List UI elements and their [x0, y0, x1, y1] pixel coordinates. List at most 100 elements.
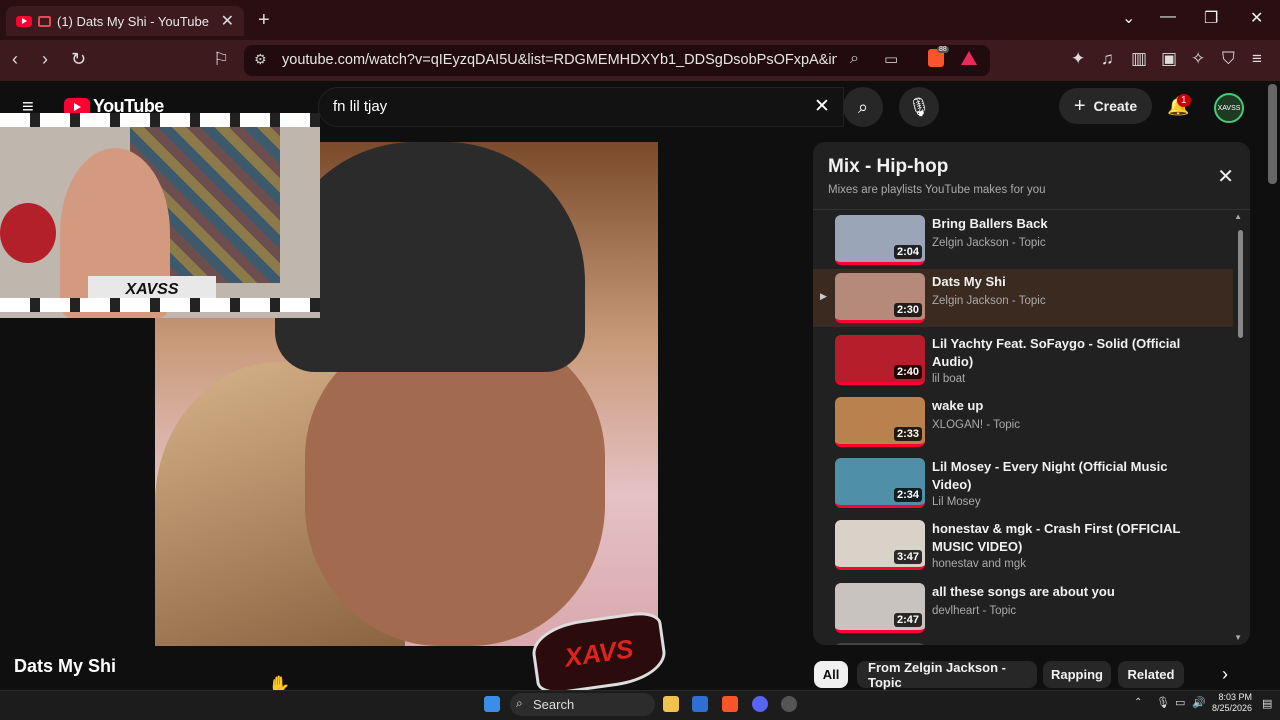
- playlist-item[interactable]: 2:34 Lil Mosey - Every Night (Official Mu…: [813, 454, 1233, 512]
- playlist-item[interactable]: 2:04 Bring Ballers Back Zelgin Jackson - T…: [813, 211, 1233, 269]
- playlist-item-title[interactable]: honestav & mgk - Crash First (OFFICIAL M…: [932, 520, 1182, 556]
- playlist-item-title[interactable]: Lil Mosey - Every Night (Official Music …: [932, 458, 1182, 494]
- playlist-item-title[interactable]: Dats My Shi: [932, 273, 1182, 291]
- close-window-icon[interactable]: ✕: [1250, 8, 1263, 28]
- wallet-icon[interactable]: ▣: [1161, 49, 1177, 69]
- playlist-thumbnail[interactable]: 2:33: [835, 397, 925, 447]
- media-playing-icon[interactable]: [38, 15, 51, 27]
- playlist-thumbnail[interactable]: 2:47: [835, 583, 925, 633]
- zoom-icon[interactable]: ⌕: [850, 50, 859, 68]
- leo-icon[interactable]: ✧: [1191, 49, 1205, 69]
- filter-chip[interactable]: From Zelgin Jackson - Topic: [857, 660, 1037, 690]
- tray-chevron-icon[interactable]: ⌃: [1134, 697, 1142, 708]
- tray-network-icon[interactable]: ▭: [1175, 696, 1185, 709]
- back-icon[interactable]: ‹: [12, 49, 18, 70]
- playlist-item[interactable]: Hurricane Wisdom - Lately (Official: [813, 639, 1233, 645]
- page-scrollbar[interactable]: [1268, 84, 1277, 184]
- create-button[interactable]: + Create: [1059, 88, 1152, 124]
- create-label: Create: [1093, 98, 1138, 114]
- forward-icon[interactable]: ›: [42, 49, 48, 70]
- site-settings-icon[interactable]: ⚙: [254, 51, 267, 68]
- tab-bar: (1) Dats My Shi - YouTube ✕ + ⌄ — ❐ ✕: [0, 0, 1280, 40]
- taskbar-search-label: Search: [533, 697, 575, 712]
- playlist-item[interactable]: ▶ 2:30 Dats My Shi Zelgin Jackson - Topic: [813, 269, 1233, 327]
- playlist-item-channel: XLOGAN! - Topic: [932, 419, 1020, 431]
- cast-icon[interactable]: ▭: [884, 50, 898, 68]
- playlist-thumbnail[interactable]: 2:34: [835, 458, 925, 508]
- obs-icon[interactable]: [781, 696, 797, 712]
- playlist-item-title[interactable]: Bring Ballers Back: [932, 215, 1182, 233]
- new-tab-icon[interactable]: +: [258, 9, 270, 32]
- windows-start-icon[interactable]: [484, 696, 500, 712]
- playlist-thumbnail[interactable]: 2:40: [835, 335, 925, 385]
- media-icon[interactable]: ♫: [1101, 49, 1114, 69]
- scroll-down-icon[interactable]: ▼: [1234, 633, 1242, 642]
- store-icon[interactable]: [692, 696, 708, 712]
- microphone-icon: 🎙: [907, 96, 931, 117]
- vpn-icon[interactable]: ⛉: [1222, 49, 1235, 69]
- file-explorer-icon[interactable]: [663, 696, 679, 712]
- notification-center-icon[interactable]: ▤: [1262, 697, 1272, 710]
- webcam-frame-top: [0, 113, 320, 127]
- address-bar[interactable]: ⚙ youtube.com/watch?v=qIEyzqDAI5U&list=R…: [244, 45, 990, 76]
- playlist-item[interactable]: 2:40 Lil Yachty Feat. SoFaygo - Solid (Of…: [813, 331, 1233, 389]
- taskbar-search[interactable]: Search: [510, 693, 655, 716]
- duration-badge: 2:47: [893, 613, 922, 627]
- tray-mic-icon[interactable]: 🎙: [1156, 696, 1170, 709]
- account-avatar[interactable]: XAVSS: [1214, 93, 1244, 123]
- active-tab[interactable]: (1) Dats My Shi - YouTube ✕: [6, 6, 244, 36]
- playlist-thumbnail[interactable]: 2:30: [835, 273, 925, 323]
- duration-badge: 3:47: [893, 550, 922, 564]
- filter-chip[interactable]: Related: [1118, 661, 1184, 688]
- bookmark-icon[interactable]: ⚐: [213, 49, 229, 70]
- sidebar-icon[interactable]: ▥: [1131, 49, 1147, 69]
- close-tab-icon[interactable]: ✕: [221, 11, 234, 31]
- playlist-item-title[interactable]: Hurricane Wisdom - Lately (Official: [932, 643, 1182, 645]
- playlist-thumbnail[interactable]: 3:47: [835, 520, 925, 570]
- playlist-scrollbar[interactable]: [1238, 230, 1243, 338]
- filter-chip[interactable]: All: [814, 661, 848, 688]
- playlist-thumbnail[interactable]: [835, 643, 925, 645]
- search-input[interactable]: [318, 87, 844, 127]
- extensions-icon[interactable]: ✦: [1071, 49, 1085, 69]
- taskbar-clock[interactable]: 8:03 PM 8/25/2026: [1212, 692, 1252, 714]
- shields-count-badge: 88: [937, 46, 949, 53]
- chips-next-icon[interactable]: ›: [1222, 664, 1228, 685]
- rewards-icon[interactable]: [961, 51, 977, 65]
- taskbar-search-icon: ⌕: [516, 696, 523, 710]
- playlist-item[interactable]: 2:47 all these songs are about you devlhea…: [813, 579, 1233, 637]
- tab-search-chevron-icon[interactable]: ⌄: [1122, 8, 1135, 28]
- clear-search-icon[interactable]: ✕: [814, 95, 830, 118]
- video-beanie-shape: [275, 142, 585, 372]
- search-button[interactable]: ⌕: [843, 87, 883, 127]
- close-playlist-icon[interactable]: ✕: [1217, 164, 1234, 189]
- video-face-shape: [305, 332, 605, 646]
- playlist-item-title[interactable]: all these songs are about you: [932, 583, 1182, 601]
- reload-icon[interactable]: ↻: [71, 49, 86, 70]
- playlist-item-channel: honestav and mgk: [932, 558, 1026, 570]
- playlist-panel: Mix - Hip-hop Mixes are playlists YouTub…: [813, 142, 1250, 645]
- toolbar: ⚙ youtube.com/watch?v=qIEyzqDAI5U&list=R…: [0, 40, 1280, 81]
- scroll-up-icon[interactable]: ▲: [1234, 212, 1242, 221]
- clock-date: 8/25/2026: [1212, 703, 1253, 713]
- search-icon: ⌕: [857, 96, 869, 117]
- playlist-subtitle: Mixes are playlists YouTube makes for yo…: [828, 184, 1046, 196]
- minimize-icon[interactable]: —: [1160, 8, 1176, 26]
- playlist-item[interactable]: 2:33 wake up XLOGAN! - Topic: [813, 393, 1233, 451]
- menu-icon[interactable]: ≡: [1252, 49, 1262, 69]
- playlist-thumbnail[interactable]: 2:04: [835, 215, 925, 265]
- duration-badge: 2:33: [893, 427, 922, 441]
- playlist-item[interactable]: 3:47 honestav & mgk - Crash First (OFFICI…: [813, 516, 1233, 574]
- playlist-item-title[interactable]: wake up: [932, 397, 1182, 415]
- playlist-item-title[interactable]: Lil Yachty Feat. SoFaygo - Solid (Offici…: [932, 335, 1182, 371]
- discord-icon[interactable]: [752, 696, 768, 712]
- playlist-item-channel: Zelgin Jackson - Topic: [932, 295, 1046, 307]
- voice-search-button[interactable]: 🎙: [899, 87, 939, 127]
- tray-volume-icon[interactable]: 🔊: [1192, 696, 1206, 709]
- brave-browser-icon[interactable]: [722, 696, 738, 712]
- duration-badge: 2:04: [893, 245, 922, 259]
- filter-chip[interactable]: Rapping: [1043, 661, 1111, 688]
- restore-icon[interactable]: ❐: [1204, 8, 1218, 28]
- playlist-title[interactable]: Mix - Hip-hop: [828, 156, 1235, 178]
- playlist-item-channel: devlheart - Topic: [932, 605, 1017, 617]
